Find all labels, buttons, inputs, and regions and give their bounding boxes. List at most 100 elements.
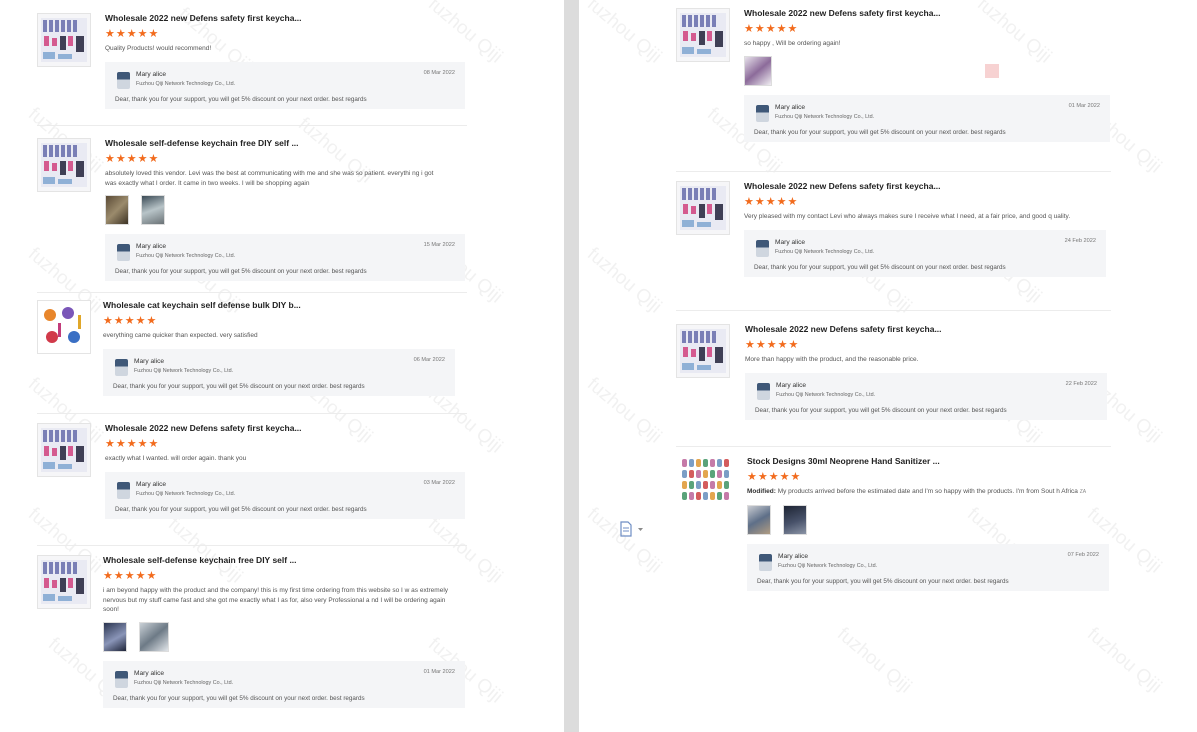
review-photo[interactable]: [139, 621, 170, 652]
reply-company: Fuzhou Qiji Network Technology Co., Ltd.: [136, 80, 236, 87]
seller-reply: Mary alice Fuzhou Qiji Network Technolog…: [745, 372, 1107, 420]
reply-company: Fuzhou Qiji Network Technology Co., Ltd.: [775, 248, 875, 255]
rating-stars: ★★★★★: [103, 315, 158, 327]
watermark: fuzhou Qiji: [583, 503, 666, 578]
avatar: [117, 71, 130, 89]
review-text: Quality Products! would recommend!: [105, 45, 212, 52]
review-photo[interactable]: [141, 195, 166, 225]
review-photo[interactable]: [744, 55, 772, 86]
avatar: [756, 239, 769, 257]
product-thumbnail[interactable]: [676, 324, 730, 378]
reply-company: Fuzhou Qiji Network Technology Co., Ltd.: [778, 562, 878, 569]
rating-stars: ★★★★★: [105, 438, 160, 450]
reply-author-name: Mary alice: [136, 70, 167, 78]
avatar: [115, 670, 128, 688]
review-photo[interactable]: [105, 195, 129, 225]
reply-author-name: Mary alice: [136, 243, 167, 250]
pane-divider: [564, 0, 579, 732]
reply-author-name: Mary alice: [134, 669, 165, 677]
avatar: [756, 104, 769, 122]
product-thumbnail[interactable]: [676, 181, 730, 235]
reply-date: 03 Mar 2022: [423, 479, 455, 486]
right-review-pane: fuzhou Qiji fuzhou Qiji fuzhou Qiji fuzh…: [579, 0, 1197, 732]
avatar: [117, 244, 130, 261]
reply-date: 15 Mar 2022: [423, 242, 455, 248]
translate-mark[interactable]: ZA: [1080, 489, 1086, 495]
product-title[interactable]: Wholesale cat keychain self defense bulk…: [103, 300, 467, 311]
watermark: fuzhou Qiji: [583, 0, 666, 68]
product-title[interactable]: Wholesale 2022 new Defens safety first k…: [105, 13, 467, 24]
reply-text: Dear, thank you for your support, you wi…: [115, 268, 367, 275]
watermark: fuzhou Qiji: [583, 373, 666, 448]
review-photo[interactable]: [103, 621, 127, 652]
product-title[interactable]: Wholesale 2022 new Defens safety first k…: [744, 181, 1106, 192]
product-thumbnail[interactable]: [680, 456, 732, 508]
reply-author-name: Mary alice: [134, 357, 165, 365]
divider: [676, 310, 1111, 311]
product-thumbnail[interactable]: [676, 8, 730, 62]
rating-stars: ★★★★★: [105, 153, 160, 165]
product-title[interactable]: Wholesale 2022 new Defens safety first k…: [745, 324, 1106, 335]
reply-date: 24 Feb 2022: [1064, 237, 1096, 244]
reply-date: 06 Mar 2022: [413, 356, 445, 363]
reply-text: Dear, thank you for your support, you wi…: [115, 95, 367, 103]
watermark: fuzhou Qiji: [833, 623, 916, 698]
rating-stars: ★★★★★: [103, 570, 158, 582]
seller-reply: Mary alice Fuzhou Qiji Network Technolog…: [747, 543, 1109, 591]
reply-company: Fuzhou Qiji Network Technology Co., Ltd.: [775, 113, 875, 120]
review-photo[interactable]: [783, 504, 808, 535]
reply-author-name: Mary alice: [775, 103, 806, 111]
reply-text: Dear, thank you for your support, you wi…: [754, 128, 1006, 136]
reply-author-name: Mary alice: [136, 480, 167, 488]
rating-stars: ★★★★★: [744, 23, 799, 35]
product-thumbnail[interactable]: [37, 300, 91, 354]
review-text: absolutely loved this vendor. Levi was t…: [105, 170, 434, 187]
document-menu[interactable]: [619, 521, 649, 537]
product-thumbnail[interactable]: [37, 555, 91, 609]
product-thumbnail[interactable]: [37, 13, 91, 67]
product-title[interactable]: Stock Designs 30ml Neoprene Hand Sanitiz…: [747, 456, 1110, 467]
seller-reply: Mary alice Fuzhou Qiji Network Technolog…: [744, 94, 1110, 142]
rating-stars: ★★★★★: [747, 471, 802, 483]
reply-text: Dear, thank you for your support, you wi…: [113, 382, 365, 390]
reply-company: Fuzhou Qiji Network Technology Co., Ltd.: [134, 367, 234, 374]
rating-stars: ★★★★★: [745, 339, 800, 351]
seller-reply: Mary alice Fuzhou Qiji Network Technolog…: [105, 471, 465, 519]
product-thumbnail[interactable]: [37, 423, 91, 477]
seller-reply: Mary alice Fuzhou Qiji Network Technolog…: [105, 61, 465, 109]
avatar: [115, 358, 128, 376]
reply-author-name: Mary alice: [775, 238, 806, 246]
reply-company: Fuzhou Qiji Network Technology Co., Ltd.: [136, 253, 236, 259]
document-icon: [620, 521, 643, 537]
avatar: [117, 481, 130, 499]
reply-author-name: Mary alice: [776, 381, 807, 389]
reply-text: Dear, thank you for your support, you wi…: [115, 505, 367, 513]
seller-reply: Mary alice Fuzhou Qiji Network Technolog…: [105, 234, 465, 281]
divider: [37, 125, 467, 126]
product-title[interactable]: Wholesale 2022 new Defens safety first k…: [744, 8, 1106, 19]
avatar: [757, 382, 770, 400]
reply-text: Dear, thank you for your support, you wi…: [757, 577, 1009, 585]
review-photos: [747, 504, 1110, 536]
divider: [37, 413, 467, 414]
product-title[interactable]: Wholesale self-defense keychain free DIY…: [105, 138, 467, 149]
review-photo[interactable]: [747, 504, 771, 535]
left-review-pane: fuzhou Qiji fuzhou Qiji fuzhou Qiji fuzh…: [0, 0, 564, 732]
review-text-body: My products arrived before the estimated…: [777, 488, 1078, 495]
reply-text: Dear, thank you for your support, you wi…: [755, 406, 1007, 414]
rating-stars: ★★★★★: [744, 196, 799, 208]
review-text: More than happy with the product, and th…: [745, 356, 919, 363]
reply-company: Fuzhou Qiji Network Technology Co., Ltd.: [776, 391, 876, 398]
review-text: Very pleased with my contact Levi who al…: [744, 213, 1071, 220]
product-title[interactable]: Wholesale self-defense keychain free DIY…: [103, 555, 467, 566]
avatar: [759, 553, 772, 571]
review-photos: [744, 55, 1106, 87]
review-text: Modified: My products arrived before the…: [747, 487, 1092, 498]
product-title[interactable]: Wholesale 2022 new Defens safety first k…: [105, 423, 467, 434]
product-thumbnail[interactable]: [37, 138, 91, 192]
review-text: i am beyond happy with the product and t…: [103, 587, 449, 613]
modified-label: Modified:: [747, 488, 776, 495]
divider: [676, 171, 1111, 172]
reply-date: 01 Mar 2022: [1068, 102, 1100, 109]
seller-reply: Mary alice Fuzhou Qiji Network Technolog…: [744, 229, 1106, 277]
